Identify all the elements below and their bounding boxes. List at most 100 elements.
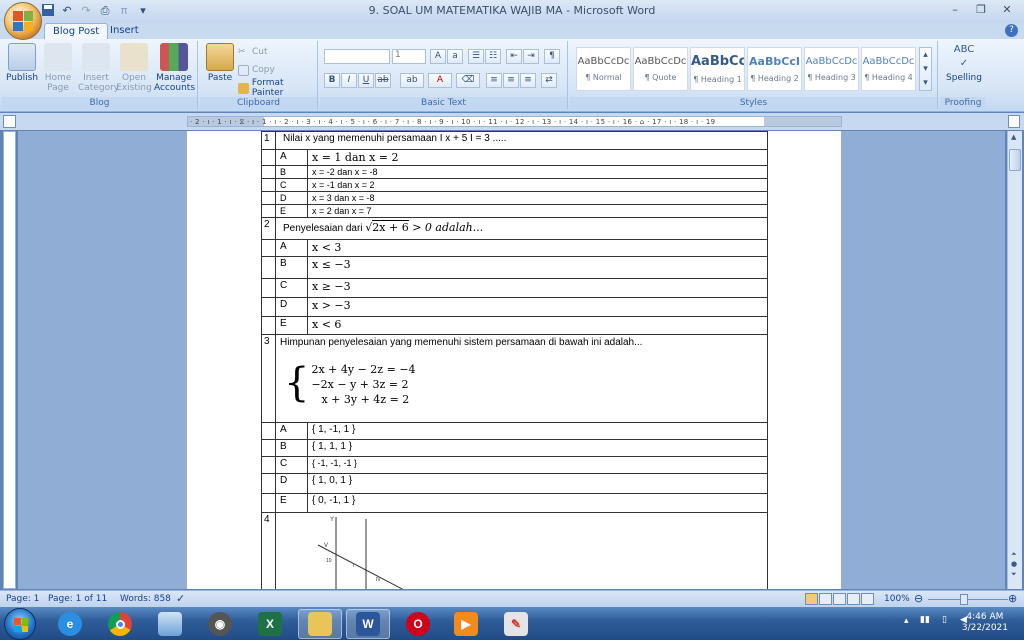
minimize-button[interactable]: – <box>944 2 966 18</box>
table-row: B x ≤ −3 <box>261 256 768 279</box>
tab-insert[interactable]: Insert <box>102 23 147 39</box>
table-row: A x = 1 dan x = 2 <box>261 149 768 166</box>
highlight-icon[interactable]: ab <box>400 73 424 88</box>
group-blog: Publish Home Page Insert Category Open E… <box>2 41 198 109</box>
explorer-taskbar-icon[interactable] <box>298 609 342 639</box>
start-button[interactable] <box>4 608 36 640</box>
copy-button[interactable]: Copy <box>238 63 275 77</box>
align-center-icon[interactable]: ≡ <box>503 73 519 88</box>
clock[interactable]: 4:46 AM 3/22/2021 <box>962 612 1008 634</box>
slanted-line <box>317 544 404 589</box>
vertical-ruler[interactable] <box>3 131 16 589</box>
styles-scroll-icon[interactable]: ▴ ▾ ▾ <box>919 47 932 91</box>
outline-icon[interactable] <box>847 593 860 605</box>
zoom-level[interactable]: 100% <box>884 594 910 604</box>
accounts-icon <box>160 43 188 71</box>
zoom-out-icon[interactable]: ⊖ <box>914 592 923 605</box>
table-row: E { 0, -1, 1 } <box>261 493 768 513</box>
notes-taskbar-icon[interactable] <box>148 609 192 639</box>
cut-button[interactable]: ✂ Cut <box>238 45 268 59</box>
style-heading-1[interactable]: AaBbCc ¶ Heading 1 <box>690 47 745 91</box>
zoom-slider-thumb[interactable] <box>960 594 968 605</box>
full-screen-icon[interactable] <box>819 593 832 605</box>
shrink-font-icon[interactable]: a <box>447 49 463 64</box>
document-page[interactable]: 1 Nilai x yang memenuhi persamaan I x + … <box>187 131 841 589</box>
scroll-thumb[interactable] <box>1009 149 1021 171</box>
chrome-taskbar-icon[interactable] <box>98 609 142 639</box>
print-layout-icon[interactable] <box>805 593 818 605</box>
option-text: x = -2 dan x = -8 <box>307 165 768 179</box>
font-name-combo[interactable] <box>324 49 390 64</box>
vertical-scrollbar[interactable]: ▲ ⏶ ● ⏷ <box>1007 131 1022 589</box>
proofing-status-icon[interactable]: ✓ <box>176 592 185 605</box>
open-existing-button[interactable]: Open Existing <box>116 43 152 93</box>
style-heading-4[interactable]: AaBbCcDc ¶ Heading 4 <box>861 47 916 91</box>
paint-taskbar-icon[interactable]: ✎ <box>494 609 538 639</box>
style-normal[interactable]: AaBbCcDc ¶ Normal <box>576 47 631 91</box>
home-page-button[interactable]: Home Page <box>40 43 76 93</box>
tab-blog-post[interactable]: Blog Post <box>44 23 109 39</box>
maximize-button[interactable]: ❐ <box>970 2 992 18</box>
scroll-up-icon[interactable]: ▲ <box>1011 133 1016 141</box>
spelling-button[interactable]: ABC ✓ Spelling <box>944 43 984 83</box>
table-row: D x > −3 <box>261 297 768 317</box>
media-player-taskbar-icon[interactable]: ▶ <box>444 609 488 639</box>
style-quote[interactable]: AaBbCcDc ¶ Quote <box>633 47 688 91</box>
zoom-in-icon[interactable]: ⊕ <box>1008 592 1017 605</box>
insert-category-button[interactable]: Insert Category <box>78 43 119 93</box>
italic-icon[interactable]: I <box>341 73 357 88</box>
clear-format-icon[interactable]: ⌫ <box>456 73 480 88</box>
decrease-indent-icon[interactable]: ⇤ <box>506 49 522 64</box>
align-left-icon[interactable]: ≡ <box>486 73 502 88</box>
browse-object-icon[interactable]: ⏶ ● ⏷ <box>1011 549 1017 579</box>
manage-accounts-button[interactable]: Manage Accounts <box>154 43 195 93</box>
status-word-count[interactable]: Words: 858 <box>120 594 171 604</box>
status-page[interactable]: Page: 1 <box>6 594 39 604</box>
clock-date: 3/22/2021 <box>961 623 1008 633</box>
window-title: 9. SOAL UM MATEMATIKA WAJIB MA - Microso… <box>368 4 656 17</box>
tray-expand-icon[interactable]: ▴ <box>904 616 909 626</box>
grow-font-icon[interactable]: A <box>430 49 446 64</box>
question-graph: Y V 10 I IV <box>317 517 404 589</box>
status-page-count[interactable]: Page: 1 of 11 <box>48 594 107 604</box>
draft-icon[interactable] <box>861 593 874 605</box>
align-right-icon[interactable]: ≡ <box>520 73 536 88</box>
view-ruler-icon[interactable] <box>1008 115 1020 128</box>
document-area: 1 Nilai x yang memenuhi persamaan I x + … <box>18 131 1005 589</box>
battery-icon[interactable]: ▯ <box>942 615 947 625</box>
style-heading-3[interactable]: AaBbCcDc ¶ Heading 3 <box>804 47 859 91</box>
font-color-icon[interactable]: A <box>428 73 452 88</box>
opera-taskbar-icon[interactable]: O <box>396 609 440 639</box>
paste-button[interactable]: Paste <box>202 43 238 83</box>
tab-selector-icon[interactable] <box>3 115 16 128</box>
office-button[interactable] <box>4 2 42 40</box>
excel-taskbar-icon[interactable]: X <box>248 609 292 639</box>
strikethrough-icon[interactable]: ab <box>375 73 391 88</box>
ie-taskbar-icon[interactable]: e <box>48 609 92 639</box>
increase-indent-icon[interactable]: ⇥ <box>523 49 539 64</box>
option-text: { 1, -1, 1 } <box>307 422 768 440</box>
format-painter-button[interactable]: Format Painter <box>238 78 317 98</box>
numbering-icon[interactable]: ☷ <box>485 49 501 64</box>
media-center-taskbar-icon[interactable]: ◉ <box>198 609 242 639</box>
publish-button[interactable]: Publish <box>4 43 40 83</box>
style-heading-2[interactable]: AaBbCcI ¶ Heading 2 <box>747 47 802 91</box>
web-layout-icon[interactable] <box>833 593 846 605</box>
pilcrow-icon[interactable]: ¶ <box>544 49 560 64</box>
question-number: 4 <box>261 512 276 589</box>
zoom-slider[interactable] <box>928 599 1008 600</box>
help-icon[interactable]: ? <box>1005 24 1018 37</box>
network-icon[interactable]: ▮▮ <box>920 615 930 625</box>
text-direction-icon[interactable]: ⇄ <box>541 73 557 88</box>
option-letter: E <box>275 493 308 513</box>
table-row: D x = 3 dan x = -8 <box>261 191 768 205</box>
font-size-combo[interactable]: 1 <box>392 49 426 64</box>
word-taskbar-icon[interactable]: W <box>346 609 390 639</box>
underline-icon[interactable]: U <box>358 73 374 88</box>
graph-label-v: V <box>324 543 328 549</box>
horizontal-ruler[interactable]: · 2 · ı · 1 · ı · ⧖ · ı · 1 · ı · 2 · ı … <box>187 116 842 127</box>
bullets-icon[interactable]: ☰ <box>468 49 484 64</box>
bold-icon[interactable]: B <box>324 73 340 88</box>
option-text: x = 3 dan x = -8 <box>307 191 768 205</box>
close-button[interactable]: ✕ <box>996 2 1018 18</box>
